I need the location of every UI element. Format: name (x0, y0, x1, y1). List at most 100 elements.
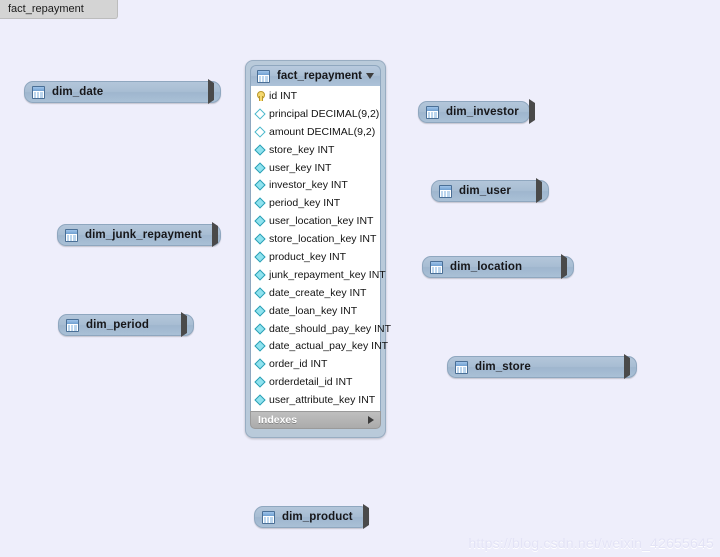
table-title: dim_product (282, 511, 353, 523)
key-icon (256, 90, 265, 101)
chevron-right-icon[interactable] (526, 178, 542, 203)
table-node-dim-period[interactable]: dim_period (58, 312, 194, 337)
table-field-label: product_key INT (269, 250, 347, 263)
table-field-label: period_key INT (269, 197, 341, 210)
table-field-row[interactable]: amount DECIMAL(9,2) (251, 123, 380, 141)
table-node-dim-location[interactable]: dim_location (422, 254, 574, 279)
table-field-row[interactable]: product_key INT (251, 248, 380, 266)
table-field-label: orderdetail_id INT (269, 376, 353, 389)
table-field-label: date_loan_key INT (269, 304, 358, 317)
chevron-right-glyph (211, 222, 218, 247)
table-field-label: order_id INT (269, 358, 328, 371)
chevron-right-icon[interactable] (198, 79, 214, 104)
table-icon (262, 510, 275, 524)
chevron-down-icon[interactable] (366, 73, 374, 79)
table-field-row[interactable]: date_should_pay_key INT (251, 320, 391, 338)
diamond-filled-icon (254, 233, 266, 245)
table-field-row[interactable]: store_location_key INT (251, 230, 380, 248)
table-field-label: id INT (269, 89, 298, 102)
chevron-right-icon[interactable] (614, 354, 630, 379)
chevron-right-icon[interactable] (519, 99, 535, 124)
tab-strip: fact_repayment (0, 0, 720, 20)
table-title: dim_junk_repayment (85, 229, 202, 241)
table-field-label: principal DECIMAL(9,2) (269, 107, 380, 120)
table-field-row[interactable]: date_create_key INT (251, 284, 380, 302)
table-header-fact-repayment[interactable]: fact_repayment (250, 65, 381, 86)
table-icon (426, 105, 439, 119)
table-field-row[interactable]: date_actual_pay_key INT (251, 337, 388, 355)
diamond-filled-icon (254, 269, 266, 281)
chevron-right-icon[interactable] (551, 254, 567, 279)
chevron-right-icon[interactable] (368, 416, 374, 425)
chevron-right-glyph (181, 312, 187, 337)
table-icon (32, 85, 45, 99)
chevron-right-glyph (208, 79, 214, 104)
table-node-fact-repayment[interactable]: fact_repayment id INT principal DECIMAL(9… (245, 60, 391, 439)
chevron-right-glyph (561, 254, 567, 279)
table-node-dim-store[interactable]: dim_store (447, 354, 637, 379)
tab-fact-repayment[interactable]: fact_repayment (0, 0, 118, 19)
table-node-dim-user[interactable]: dim_user (431, 178, 549, 203)
table-field-row[interactable]: user_attribute_key INT (251, 391, 380, 409)
chevron-right-glyph (362, 504, 369, 529)
table-title: dim_period (86, 319, 149, 331)
table-field-row[interactable]: id INT (251, 87, 380, 105)
diamond-filled-icon (254, 179, 266, 192)
table-field-row[interactable]: principal DECIMAL(9,2) (251, 105, 380, 123)
chevron-right-glyph (528, 99, 535, 124)
table-field-row[interactable]: user_key INT (251, 159, 380, 177)
diamond-filled-icon (254, 161, 266, 174)
table-field-label: investor_key INT (269, 179, 348, 192)
table-field-label: date_create_key INT (269, 286, 367, 299)
table-title: dim_date (52, 86, 104, 98)
chevron-right-glyph (624, 354, 630, 379)
table-icon (439, 184, 452, 198)
table-icon (66, 318, 79, 332)
table-field-row[interactable]: investor_key INT (251, 176, 380, 194)
table-field-row[interactable]: period_key INT (251, 194, 380, 212)
diamond-filled-icon (254, 358, 266, 370)
table-field-label: date_should_pay_key INT (269, 322, 391, 335)
diamond-filled-icon (254, 215, 266, 227)
table-icon (430, 260, 443, 274)
watermark: https://blog.csdn.net/weixin_42655645 (468, 535, 714, 551)
table-node-dim-date[interactable]: dim_date (24, 79, 221, 104)
table-node-dim-junk-repayment[interactable]: dim_junk_repayment (57, 222, 221, 247)
table-icon (455, 360, 468, 374)
diamond-filled-icon (254, 340, 266, 353)
chevron-right-icon[interactable] (171, 312, 187, 337)
table-field-list: id INT principal DECIMAL(9,2) amount DECIM… (250, 86, 391, 412)
table-field-row[interactable]: orderdetail_id INT (251, 373, 380, 391)
table-title: dim_user (459, 185, 511, 197)
diamond-filled-icon (254, 376, 266, 388)
table-field-label: user_key INT (269, 161, 332, 174)
table-indexes-bar[interactable]: Indexes (250, 411, 381, 430)
table-field-row[interactable]: date_loan_key INT (251, 302, 380, 320)
diamond-filled-icon (254, 251, 266, 263)
table-field-label: date_actual_pay_key INT (269, 340, 389, 353)
table-field-row[interactable]: junk_repayment_key INT (251, 266, 386, 284)
diamond-hollow-icon (254, 108, 266, 120)
table-icon (257, 69, 270, 83)
table-icon (65, 228, 78, 242)
diamond-hollow-icon (254, 126, 266, 138)
table-field-row[interactable]: user_location_key INT (251, 212, 380, 230)
table-field-label: amount DECIMAL(9,2) (269, 125, 376, 138)
table-field-row[interactable]: store_key INT (251, 141, 380, 159)
table-field-label: user_location_key INT (269, 215, 374, 228)
table-title: fact_repayment (277, 70, 363, 82)
table-node-dim-product[interactable]: dim_product (254, 504, 369, 529)
chevron-right-icon[interactable] (353, 504, 369, 529)
table-field-label: store_key INT (269, 143, 335, 156)
chevron-right-glyph (536, 178, 542, 203)
diagram-canvas[interactable]: fact_repayment id INT principal DECIMAL(9… (0, 20, 720, 557)
chevron-right-icon[interactable] (202, 222, 218, 247)
diamond-filled-icon (254, 287, 266, 299)
table-field-label: store_location_key INT (269, 233, 377, 246)
indexes-label: Indexes (258, 414, 298, 427)
diamond-filled-icon (254, 143, 266, 156)
table-field-row[interactable]: order_id INT (251, 355, 380, 373)
diamond-filled-icon (254, 197, 266, 209)
table-node-dim-investor[interactable]: dim_investor (418, 99, 535, 124)
diamond-filled-icon (254, 322, 266, 335)
